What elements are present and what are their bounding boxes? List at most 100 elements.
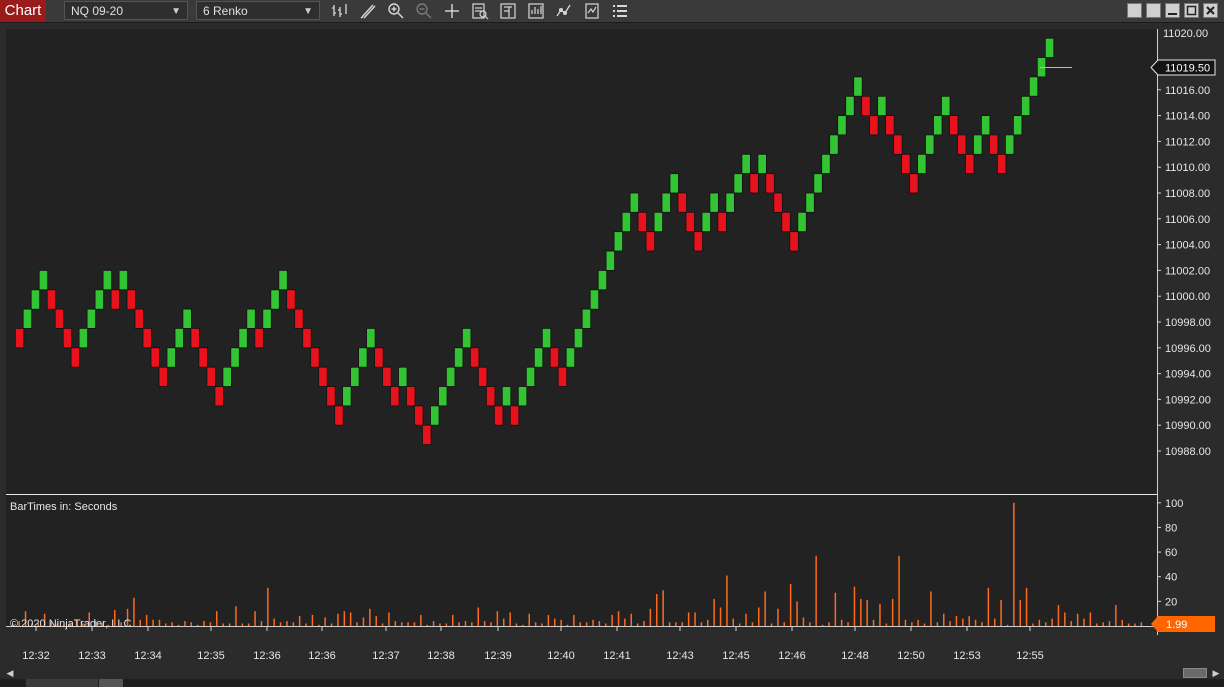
bar-type-value: 6 Renko bbox=[203, 4, 248, 18]
time-tick-label: 12:32 bbox=[22, 650, 50, 662]
bartimes-bar bbox=[751, 622, 754, 626]
renko-brick-up bbox=[453, 347, 464, 368]
bartimes-bar bbox=[1057, 605, 1060, 626]
renko-brick-up bbox=[102, 269, 112, 291]
renko-brick-up bbox=[230, 347, 240, 368]
bartimes-bar bbox=[745, 613, 747, 626]
scroll-right-icon[interactable]: ▶ bbox=[1210, 667, 1222, 679]
maximize-icon[interactable] bbox=[1184, 3, 1199, 18]
strategies-icon[interactable] bbox=[554, 2, 574, 20]
bartimes-bar bbox=[196, 624, 199, 626]
price-panel[interactable] bbox=[6, 29, 1157, 494]
renko-brick-down bbox=[469, 347, 480, 368]
bartimes-bar bbox=[260, 621, 263, 626]
renko-brick-down bbox=[965, 153, 975, 175]
renko-brick-down bbox=[134, 308, 144, 329]
bartimes-bar bbox=[898, 555, 900, 626]
time-axis[interactable]: 12:32 12:33 12:34 12:35 12:36 12:36 12:37 12:38… bbox=[22, 627, 1044, 662]
bar-type-selector[interactable]: 6 Renko ▼ bbox=[196, 1, 320, 20]
bartimes-bar bbox=[847, 622, 849, 626]
list-icon[interactable] bbox=[610, 2, 630, 20]
renko-brick-up bbox=[398, 366, 408, 387]
renko-brick-up bbox=[501, 386, 512, 407]
bartimes-bar bbox=[343, 611, 346, 626]
bartimes-bar bbox=[190, 622, 192, 626]
price-tick-label: 11000.00 bbox=[1165, 291, 1210, 303]
renko-brick-up bbox=[725, 192, 735, 213]
renko-brick-up bbox=[1028, 76, 1039, 97]
bartimes-bar bbox=[1134, 623, 1136, 626]
minimize-icon[interactable] bbox=[1165, 3, 1180, 18]
bartimes-bar bbox=[560, 619, 562, 626]
bartimes-bar bbox=[458, 622, 460, 626]
price-tick-label: 10996.00 bbox=[1165, 343, 1211, 355]
bartimes-bar bbox=[885, 623, 888, 626]
renko-brick-up bbox=[597, 269, 608, 291]
renko-brick-up bbox=[438, 386, 448, 407]
time-tick-label: 12:33 bbox=[78, 650, 106, 662]
bartimes-bar bbox=[439, 623, 441, 626]
close-icon[interactable] bbox=[1203, 3, 1218, 18]
chart-window-tab[interactable]: Chart bbox=[0, 0, 46, 22]
renko-brick-down bbox=[310, 347, 320, 368]
indicator-axis[interactable]: 100 80 60 40 20 bbox=[1157, 498, 1183, 609]
bartimes-bar bbox=[483, 621, 486, 626]
bartimes-bar bbox=[1076, 613, 1079, 626]
window-tab-add[interactable] bbox=[99, 679, 123, 687]
zoom-out-icon[interactable] bbox=[414, 2, 434, 20]
tile-icon[interactable] bbox=[1127, 3, 1142, 18]
bartimes-bar bbox=[318, 624, 320, 626]
renko-brick-up bbox=[797, 211, 807, 233]
bartimes-bar bbox=[1038, 619, 1041, 626]
bartimes-bar bbox=[611, 614, 613, 626]
renko-brick-up bbox=[973, 134, 983, 155]
renko-brick-up bbox=[573, 327, 584, 349]
chevron-down-icon: ▼ bbox=[171, 6, 181, 17]
renko-brick-up bbox=[246, 308, 256, 329]
bartimes-bar bbox=[630, 613, 632, 626]
instrument-selector[interactable]: NQ 09-20 ▼ bbox=[64, 1, 188, 20]
bartimes-bar bbox=[541, 623, 543, 626]
bartimes-bar bbox=[1102, 622, 1104, 626]
time-tick-label: 12:36 bbox=[253, 650, 281, 662]
drawing-pencil-icon[interactable] bbox=[358, 2, 378, 20]
horizontal-scrollbar[interactable]: ◀ ▶ bbox=[0, 667, 1224, 679]
chart-canvas[interactable]: 11018.0011016.0011014.0011012.0011010.00… bbox=[0, 23, 1224, 667]
price-tick-label: 11008.00 bbox=[1165, 188, 1210, 200]
tile-icon[interactable] bbox=[1146, 3, 1161, 18]
bartimes-bar bbox=[477, 607, 479, 626]
window-tab[interactable] bbox=[26, 679, 98, 687]
bartimes-bar bbox=[426, 624, 428, 626]
time-tick-label: 12:35 bbox=[197, 650, 225, 662]
indicator-panel[interactable] bbox=[6, 495, 1157, 627]
renko-brick-up bbox=[581, 308, 592, 329]
zoom-in-icon[interactable] bbox=[386, 2, 406, 20]
bartimes-bar bbox=[330, 623, 333, 626]
scrollbar-thumb[interactable] bbox=[1183, 668, 1207, 678]
crosshair-icon[interactable] bbox=[442, 2, 462, 20]
price-axis[interactable]: 11018.0011016.0011014.0011012.0011010.00… bbox=[1157, 59, 1211, 458]
renko-brick-up bbox=[86, 308, 96, 329]
bartimes-bar bbox=[815, 555, 817, 626]
renko-brick-down bbox=[637, 211, 647, 233]
price-tick-label: 11002.00 bbox=[1165, 265, 1210, 277]
scroll-left-icon[interactable]: ◀ bbox=[4, 667, 16, 679]
templates-icon[interactable] bbox=[582, 2, 602, 20]
bartimes-bar bbox=[1064, 612, 1066, 626]
bartimes-bar bbox=[203, 621, 205, 626]
bartimes-bar bbox=[1127, 623, 1130, 626]
chart-area[interactable]: 11018.0011016.0011014.0011012.0011010.00… bbox=[0, 23, 1224, 687]
renko-brick-up bbox=[1013, 115, 1023, 136]
bartimes-bar bbox=[349, 612, 352, 626]
bartimes-bar bbox=[585, 622, 588, 626]
renko-brick-up bbox=[222, 366, 232, 387]
renko-brick-up bbox=[941, 95, 951, 117]
data-box-icon[interactable] bbox=[470, 2, 490, 20]
indicator-tick-label: 40 bbox=[1165, 572, 1177, 584]
chart-trader-icon[interactable] bbox=[498, 2, 518, 20]
bartimes-bar bbox=[758, 607, 760, 626]
renko-brick-down bbox=[693, 231, 703, 252]
renko-brick-down bbox=[685, 211, 695, 233]
properties-icon[interactable] bbox=[526, 2, 546, 20]
bar-type-icon[interactable] bbox=[330, 2, 350, 20]
